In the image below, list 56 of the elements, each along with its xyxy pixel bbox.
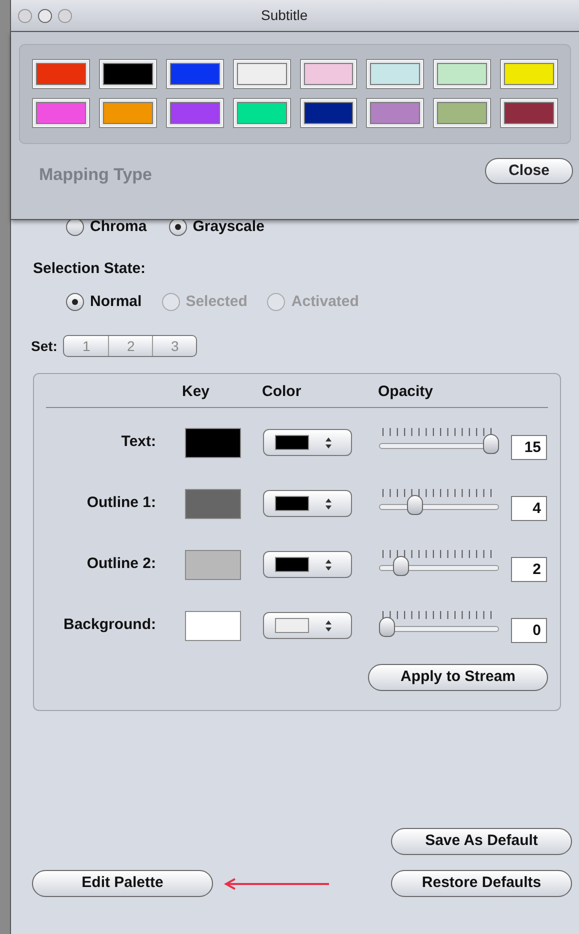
window-title: Subtitle — [261, 6, 308, 25]
save-as-default-button[interactable]: Save As Default — [391, 828, 572, 855]
color-popup[interactable] — [263, 612, 352, 639]
color-swatch[interactable] — [366, 59, 424, 89]
apply-to-stream-button[interactable]: Apply to Stream — [368, 664, 548, 691]
color-swatch[interactable] — [166, 98, 224, 128]
radio-label: Chroma — [90, 218, 147, 236]
row-label: Text: — [120, 432, 156, 452]
section-heading: Mapping Type — [39, 164, 152, 186]
color-swatch[interactable] — [98, 98, 157, 128]
row-label: Outline 2: — [86, 554, 156, 574]
radio-button[interactable] — [66, 292, 84, 311]
opacity-value-field[interactable]: 0 — [511, 618, 547, 643]
stepper-arrows-icon — [325, 558, 332, 570]
color-popup[interactable] — [263, 429, 352, 456]
radio-label: Selected — [186, 292, 248, 312]
radio-label: Normal — [90, 292, 142, 312]
column-header: Key — [182, 382, 211, 402]
slider-thumb[interactable] — [392, 556, 409, 576]
row-label: Background: — [62, 615, 156, 636]
stepper-arrows-icon — [325, 436, 332, 448]
opacity-value-field[interactable]: 15 — [511, 435, 547, 460]
color-swatch[interactable] — [300, 59, 358, 89]
slider-thumb[interactable] — [379, 616, 395, 636]
opacity-value-field[interactable]: 2 — [511, 557, 547, 582]
row-label: Outline 1: — [86, 493, 156, 514]
color-swatch[interactable] — [166, 59, 224, 89]
color-swatch[interactable] — [98, 59, 157, 89]
close-button[interactable]: Close — [485, 158, 573, 184]
slider-thumb[interactable] — [407, 494, 424, 514]
column-header: Color — [262, 382, 302, 402]
stepper-arrows-icon — [325, 498, 332, 510]
color-swatch[interactable] — [433, 98, 492, 128]
color-swatch[interactable] — [500, 59, 558, 89]
arrow-icon — [223, 878, 331, 890]
slider-thumb[interactable] — [483, 434, 499, 454]
color-swatch[interactable] — [500, 98, 558, 128]
section-heading: Selection State: — [33, 259, 147, 279]
opacity-value-field[interactable]: 4 — [511, 496, 547, 521]
column-header: Opacity — [378, 382, 434, 402]
color-swatch[interactable] — [366, 98, 424, 128]
radio-label: Grayscale — [192, 218, 264, 236]
set-label: Set: — [31, 336, 58, 356]
color-popup[interactable] — [263, 551, 352, 578]
color-swatch[interactable] — [433, 59, 492, 89]
window-control-icon[interactable] — [38, 8, 52, 22]
color-swatch[interactable] — [300, 98, 358, 128]
color-swatch[interactable] — [232, 98, 290, 128]
edit-palette-button[interactable]: Edit Palette — [32, 870, 213, 897]
stepper-arrows-icon — [325, 620, 332, 632]
color-swatch[interactable] — [232, 59, 290, 89]
color-swatch[interactable] — [32, 98, 90, 128]
restore-defaults-button[interactable]: Restore Defaults — [391, 870, 572, 897]
radio-label: Activated — [291, 292, 359, 312]
color-popup[interactable] — [263, 490, 352, 517]
color-swatch[interactable] — [32, 59, 90, 89]
